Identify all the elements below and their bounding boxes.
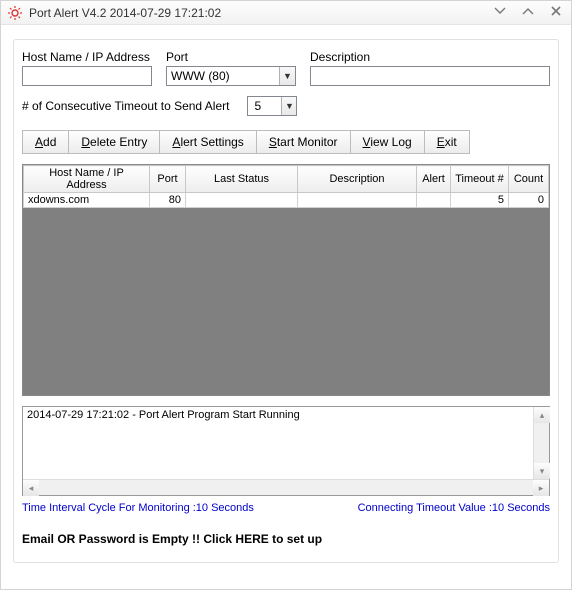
col-host[interactable]: Host Name / IP Address <box>24 166 150 193</box>
timeout-row: # of Consecutive Timeout to Send Alert 5… <box>22 96 550 116</box>
scroll-left-icon: ◂ <box>23 480 39 496</box>
view-log-button[interactable]: View Log <box>350 130 425 154</box>
status-row: Time Interval Cycle For Monitoring :10 S… <box>22 502 550 514</box>
log-line: 2014-07-29 17:21:02 - Port Alert Program… <box>27 409 545 421</box>
chevron-down-icon: ▼ <box>281 97 296 115</box>
col-timeout-num[interactable]: Timeout # <box>451 166 509 193</box>
cell-desc <box>298 193 417 208</box>
table-header-row: Host Name / IP Address Port Last Status … <box>24 166 549 193</box>
delete-entry-button[interactable]: Delete Entry <box>68 130 160 154</box>
window: Port Alert V4.2 2014-07-29 17:21:02 Host… <box>0 0 572 590</box>
host-label: Host Name / IP Address <box>22 50 152 64</box>
start-monitor-button[interactable]: Start Monitor <box>256 130 351 154</box>
description-label: Description <box>310 50 550 64</box>
timeout-value: 5 <box>254 99 261 113</box>
scroll-up-icon: ▴ <box>534 407 550 423</box>
log-body[interactable]: 2014-07-29 17:21:02 - Port Alert Program… <box>23 407 549 479</box>
description-input[interactable] <box>310 66 550 86</box>
col-desc[interactable]: Description <box>298 166 417 193</box>
alert-settings-button[interactable]: Alert Settings <box>159 130 256 154</box>
scrollbar-horizontal[interactable]: ◂ ▸ <box>23 479 549 495</box>
status-left: Time Interval Cycle For Monitoring :10 S… <box>22 502 254 514</box>
cell-host: xdowns.com <box>24 193 150 208</box>
col-count[interactable]: Count <box>509 166 549 193</box>
scroll-right-icon: ▸ <box>533 480 549 496</box>
port-select[interactable]: WWW (80) ▼ <box>166 66 296 86</box>
timeout-stepper[interactable]: 5 ▼ <box>247 96 297 116</box>
scrollbar-vertical[interactable]: ▴ ▾ <box>533 407 549 479</box>
window-title: Port Alert V4.2 2014-07-29 17:21:02 <box>29 6 221 20</box>
hosts-table: Host Name / IP Address Port Last Status … <box>23 165 549 208</box>
port-select-value: WWW (80) <box>171 69 230 83</box>
cell-port: 80 <box>150 193 186 208</box>
setup-warning-link[interactable]: Email OR Password is Empty !! Click HERE… <box>22 532 550 546</box>
app-icon <box>7 5 23 21</box>
cell-alert <box>417 193 451 208</box>
status-right: Connecting Timeout Value :10 Seconds <box>358 502 550 514</box>
add-button[interactable]: Add <box>22 130 69 154</box>
main-group: Host Name / IP Address Port WWW (80) ▼ D… <box>13 39 559 563</box>
table-row[interactable]: xdowns.com 80 5 0 <box>24 193 549 208</box>
close-button[interactable] <box>547 3 565 19</box>
toolbar: Add Delete Entry Alert Settings Start Mo… <box>22 130 550 154</box>
hosts-table-wrap: Host Name / IP Address Port Last Status … <box>22 164 550 396</box>
timeout-label: # of Consecutive Timeout to Send Alert <box>22 99 229 113</box>
col-port[interactable]: Port <box>150 166 186 193</box>
col-alert[interactable]: Alert <box>417 166 451 193</box>
window-controls <box>491 3 565 19</box>
cell-last-status <box>186 193 298 208</box>
titlebar: Port Alert V4.2 2014-07-29 17:21:02 <box>1 1 571 25</box>
host-input[interactable] <box>22 66 152 86</box>
log-panel: 2014-07-29 17:21:02 - Port Alert Program… <box>22 406 550 496</box>
chevron-down-icon: ▼ <box>279 67 295 85</box>
content-area: Host Name / IP Address Port WWW (80) ▼ D… <box>1 25 571 569</box>
cell-count: 0 <box>509 193 549 208</box>
scroll-down-icon: ▾ <box>534 463 550 479</box>
input-row: Host Name / IP Address Port WWW (80) ▼ D… <box>22 50 550 86</box>
col-last-status[interactable]: Last Status <box>186 166 298 193</box>
restore-button[interactable] <box>519 3 537 19</box>
exit-button[interactable]: Exit <box>424 130 470 154</box>
port-label: Port <box>166 50 296 64</box>
cell-timeout-num: 5 <box>451 193 509 208</box>
minimize-to-tray-button[interactable] <box>491 3 509 19</box>
